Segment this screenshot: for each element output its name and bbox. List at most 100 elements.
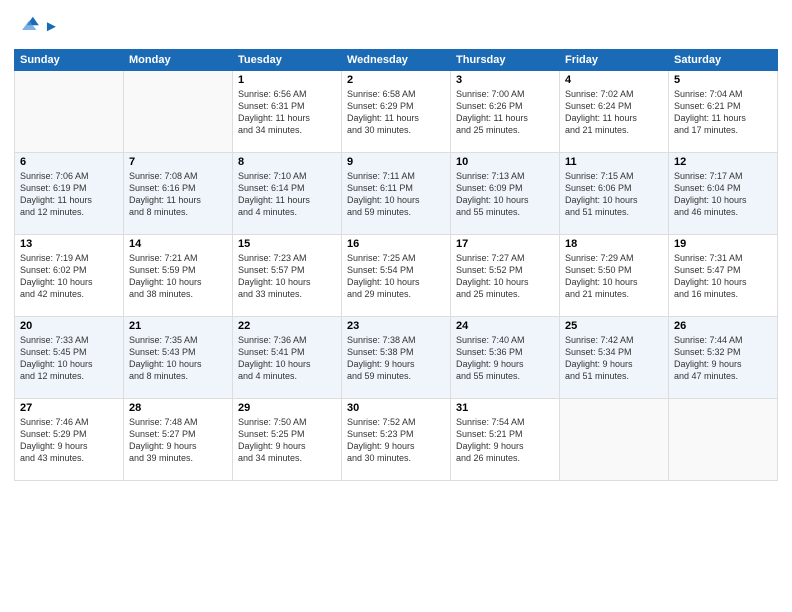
logo: ► bbox=[14, 12, 59, 41]
day-number: 18 bbox=[565, 238, 663, 250]
day-info: Sunrise: 7:38 AMSunset: 5:38 PMDaylight:… bbox=[347, 334, 445, 383]
calendar-header-friday: Friday bbox=[560, 50, 669, 71]
calendar-cell: 18 Sunrise: 7:29 AMSunset: 5:50 PMDayligh… bbox=[560, 235, 669, 317]
day-number: 6 bbox=[20, 156, 118, 168]
day-info: Sunrise: 6:56 AMSunset: 6:31 PMDaylight:… bbox=[238, 88, 336, 137]
calendar-cell: 10Sunrise: 7:13 AMSunset: 6:09 PMDayligh… bbox=[451, 153, 560, 235]
calendar-cell: 21 Sunrise: 7:35 AMSunset: 5:43 PMDayligh… bbox=[124, 317, 233, 399]
calendar-cell: 11 Sunrise: 7:15 AMSunset: 6:06 PMDayligh… bbox=[560, 153, 669, 235]
calendar-header-saturday: Saturday bbox=[669, 50, 778, 71]
day-number: 22 bbox=[238, 320, 336, 332]
day-info: Sunrise: 7:00 AMSunset: 6:26 PMDaylight:… bbox=[456, 88, 554, 137]
calendar-cell: 28Sunrise: 7:48 AMSunset: 5:27 PMDayligh… bbox=[124, 399, 233, 481]
calendar-header-tuesday: Tuesday bbox=[233, 50, 342, 71]
calendar-header-row: SundayMondayTuesdayWednesdayThursdayFrid… bbox=[15, 50, 778, 71]
day-number: 7 bbox=[129, 156, 227, 168]
day-info: Sunrise: 7:27 AMSunset: 5:52 PMDaylight:… bbox=[456, 252, 554, 301]
calendar-cell: 15 Sunrise: 7:23 AMSunset: 5:57 PMDayligh… bbox=[233, 235, 342, 317]
day-info: Sunrise: 7:40 AMSunset: 5:36 PMDaylight:… bbox=[456, 334, 554, 383]
day-info: Sunrise: 7:04 AMSunset: 6:21 PMDaylight:… bbox=[674, 88, 772, 137]
logo-icon bbox=[16, 12, 40, 36]
calendar-cell: 4 Sunrise: 7:02 AMSunset: 6:24 PMDaylight… bbox=[560, 71, 669, 153]
day-info: Sunrise: 7:11 AMSunset: 6:11 PMDaylight:… bbox=[347, 170, 445, 219]
calendar-cell: 6Sunrise: 7:06 AMSunset: 6:19 PMDaylight… bbox=[15, 153, 124, 235]
day-info: Sunrise: 7:02 AMSunset: 6:24 PMDaylight:… bbox=[565, 88, 663, 137]
calendar-cell: 8Sunrise: 7:10 AMSunset: 6:14 PMDaylight… bbox=[233, 153, 342, 235]
day-info: Sunrise: 7:46 AMSunset: 5:29 PMDaylight:… bbox=[20, 416, 118, 465]
logo-line1: ► bbox=[44, 18, 59, 35]
calendar-cell bbox=[669, 399, 778, 481]
day-number: 12 bbox=[674, 156, 772, 168]
day-number: 31 bbox=[456, 402, 554, 414]
day-number: 13 bbox=[20, 238, 118, 250]
calendar-cell: 12 Sunrise: 7:17 AMSunset: 6:04 PMDayligh… bbox=[669, 153, 778, 235]
day-number: 16 bbox=[347, 238, 445, 250]
calendar-cell: 19 Sunrise: 7:31 AMSunset: 5:47 PMDayligh… bbox=[669, 235, 778, 317]
day-info: Sunrise: 7:36 AMSunset: 5:41 PMDaylight:… bbox=[238, 334, 336, 383]
day-info: Sunrise: 7:33 AMSunset: 5:45 PMDaylight:… bbox=[20, 334, 118, 383]
day-number: 29 bbox=[238, 402, 336, 414]
day-number: 27 bbox=[20, 402, 118, 414]
calendar-cell: 22 Sunrise: 7:36 AMSunset: 5:41 PMDayligh… bbox=[233, 317, 342, 399]
day-info: Sunrise: 7:23 AMSunset: 5:57 PMDaylight:… bbox=[238, 252, 336, 301]
day-info: Sunrise: 7:35 AMSunset: 5:43 PMDaylight:… bbox=[129, 334, 227, 383]
calendar-cell: 5 Sunrise: 7:04 AMSunset: 6:21 PMDaylight… bbox=[669, 71, 778, 153]
day-info: Sunrise: 7:52 AMSunset: 5:23 PMDaylight:… bbox=[347, 416, 445, 465]
day-number: 26 bbox=[674, 320, 772, 332]
page: ► SundayMondayTuesdayWednesdayThursdayFr… bbox=[0, 0, 792, 612]
calendar-cell: 17 Sunrise: 7:27 AMSunset: 5:52 PMDayligh… bbox=[451, 235, 560, 317]
calendar-cell: 2Sunrise: 6:58 AMSunset: 6:29 PMDaylight… bbox=[342, 71, 451, 153]
calendar-cell: 29Sunrise: 7:50 AMSunset: 5:25 PMDayligh… bbox=[233, 399, 342, 481]
day-number: 11 bbox=[565, 156, 663, 168]
day-info: Sunrise: 7:54 AMSunset: 5:21 PMDaylight:… bbox=[456, 416, 554, 465]
calendar-week-3: 13 Sunrise: 7:19 AMSunset: 6:02 PMDayligh… bbox=[15, 235, 778, 317]
calendar-cell: 7Sunrise: 7:08 AMSunset: 6:16 PMDaylight… bbox=[124, 153, 233, 235]
day-number: 25 bbox=[565, 320, 663, 332]
day-number: 15 bbox=[238, 238, 336, 250]
calendar-table: SundayMondayTuesdayWednesdayThursdayFrid… bbox=[14, 49, 778, 481]
calendar-cell: 25 Sunrise: 7:42 AMSunset: 5:34 PMDayligh… bbox=[560, 317, 669, 399]
day-info: Sunrise: 7:29 AMSunset: 5:50 PMDaylight:… bbox=[565, 252, 663, 301]
calendar-cell: 30 Sunrise: 7:52 AMSunset: 5:23 PMDayligh… bbox=[342, 399, 451, 481]
day-info: Sunrise: 7:17 AMSunset: 6:04 PMDaylight:… bbox=[674, 170, 772, 219]
calendar-header-sunday: Sunday bbox=[15, 50, 124, 71]
calendar-cell: 1Sunrise: 6:56 AMSunset: 6:31 PMDaylight… bbox=[233, 71, 342, 153]
day-number: 9 bbox=[347, 156, 445, 168]
calendar-cell: 27 Sunrise: 7:46 AMSunset: 5:29 PMDayligh… bbox=[15, 399, 124, 481]
calendar-header-wednesday: Wednesday bbox=[342, 50, 451, 71]
calendar-week-5: 27 Sunrise: 7:46 AMSunset: 5:29 PMDayligh… bbox=[15, 399, 778, 481]
day-number: 3 bbox=[456, 74, 554, 86]
calendar-header-monday: Monday bbox=[124, 50, 233, 71]
day-info: Sunrise: 7:15 AMSunset: 6:06 PMDaylight:… bbox=[565, 170, 663, 219]
day-number: 10 bbox=[456, 156, 554, 168]
day-number: 19 bbox=[674, 238, 772, 250]
calendar-cell: 26Sunrise: 7:44 AMSunset: 5:32 PMDayligh… bbox=[669, 317, 778, 399]
calendar-cell: 13 Sunrise: 7:19 AMSunset: 6:02 PMDayligh… bbox=[15, 235, 124, 317]
day-info: Sunrise: 7:19 AMSunset: 6:02 PMDaylight:… bbox=[20, 252, 118, 301]
day-info: Sunrise: 7:10 AMSunset: 6:14 PMDaylight:… bbox=[238, 170, 336, 219]
day-number: 14 bbox=[129, 238, 227, 250]
calendar-cell: 23Sunrise: 7:38 AMSunset: 5:38 PMDayligh… bbox=[342, 317, 451, 399]
calendar-header-thursday: Thursday bbox=[451, 50, 560, 71]
day-number: 4 bbox=[565, 74, 663, 86]
day-info: Sunrise: 7:31 AMSunset: 5:47 PMDaylight:… bbox=[674, 252, 772, 301]
day-number: 21 bbox=[129, 320, 227, 332]
calendar-cell bbox=[124, 71, 233, 153]
calendar-cell: 31 Sunrise: 7:54 AMSunset: 5:21 PMDayligh… bbox=[451, 399, 560, 481]
calendar-cell: 20 Sunrise: 7:33 AMSunset: 5:45 PMDayligh… bbox=[15, 317, 124, 399]
day-number: 28 bbox=[129, 402, 227, 414]
day-number: 5 bbox=[674, 74, 772, 86]
day-info: Sunrise: 7:21 AMSunset: 5:59 PMDaylight:… bbox=[129, 252, 227, 301]
day-info: Sunrise: 7:42 AMSunset: 5:34 PMDaylight:… bbox=[565, 334, 663, 383]
calendar-cell: 24Sunrise: 7:40 AMSunset: 5:36 PMDayligh… bbox=[451, 317, 560, 399]
calendar-week-2: 6Sunrise: 7:06 AMSunset: 6:19 PMDaylight… bbox=[15, 153, 778, 235]
calendar-cell: 3 Sunrise: 7:00 AMSunset: 6:26 PMDaylight… bbox=[451, 71, 560, 153]
calendar-week-1: 1Sunrise: 6:56 AMSunset: 6:31 PMDaylight… bbox=[15, 71, 778, 153]
calendar-cell bbox=[560, 399, 669, 481]
day-number: 2 bbox=[347, 74, 445, 86]
day-number: 17 bbox=[456, 238, 554, 250]
day-number: 20 bbox=[20, 320, 118, 332]
day-number: 30 bbox=[347, 402, 445, 414]
header: ► bbox=[14, 12, 778, 41]
calendar-cell: 9 Sunrise: 7:11 AMSunset: 6:11 PMDaylight… bbox=[342, 153, 451, 235]
